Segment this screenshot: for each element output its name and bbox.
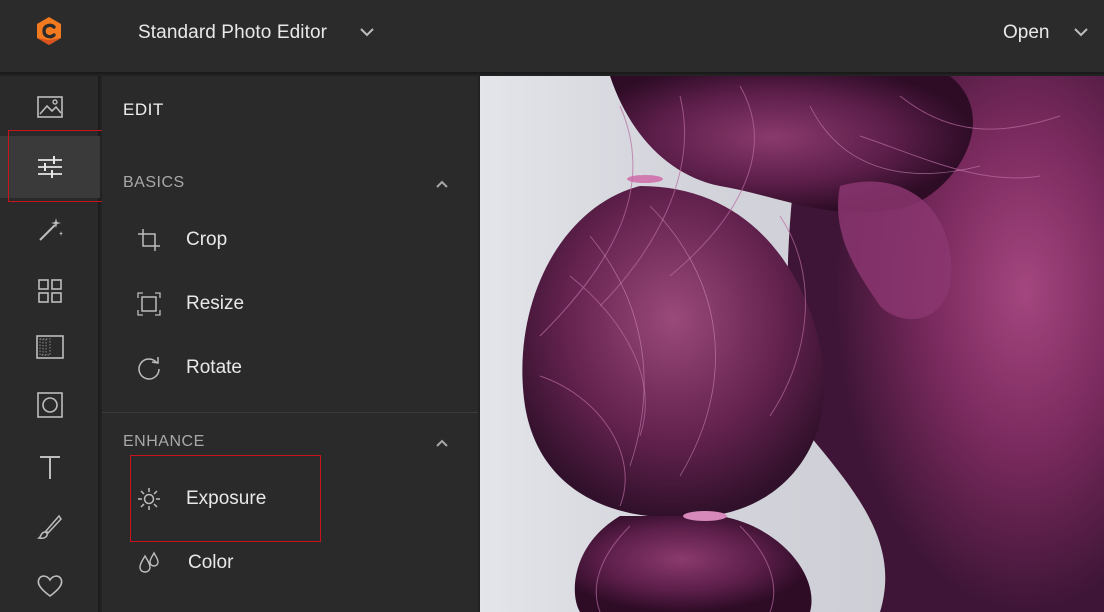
magic-wand-icon <box>39 218 63 241</box>
rotate-icon <box>136 355 162 381</box>
tool-draw[interactable] <box>0 496 100 558</box>
resize-label: Resize <box>186 293 245 314</box>
resize-tool[interactable]: Resize <box>102 277 478 333</box>
tool-text[interactable] <box>0 436 100 498</box>
section-header-enhance[interactable]: ENHANCE <box>123 433 205 451</box>
editor-mode-title[interactable]: Standard Photo Editor <box>138 22 327 44</box>
tool-frames[interactable] <box>0 260 100 322</box>
tool-textures[interactable] <box>0 316 100 378</box>
crop-icon <box>136 227 162 253</box>
overlay-icon <box>37 392 63 418</box>
exposure-tool[interactable]: Exposure <box>102 472 478 528</box>
photo-image <box>480 76 1104 612</box>
chevron-down-icon[interactable] <box>1072 25 1090 39</box>
texture-icon <box>36 335 64 359</box>
sun-icon <box>136 486 162 512</box>
photo-canvas[interactable] <box>480 76 1104 612</box>
brush-icon <box>36 514 62 539</box>
crop-tool[interactable]: Crop <box>102 213 478 269</box>
image-icon <box>37 96 63 118</box>
rotate-label: Rotate <box>186 357 242 378</box>
exposure-label: Exposure <box>186 488 267 509</box>
tool-overlay[interactable] <box>0 374 100 436</box>
text-icon <box>40 456 60 479</box>
top-bar: Standard Photo Editor Open <box>0 0 1104 74</box>
tool-adjust[interactable] <box>0 136 100 198</box>
heart-icon <box>37 575 63 597</box>
droplets-icon <box>136 550 162 576</box>
edit-panel: EDIT BASICS Crop Resize Rotate ENHANCE E… <box>102 76 478 612</box>
open-button[interactable]: Open <box>1003 22 1049 44</box>
tool-effects[interactable] <box>0 198 100 260</box>
crop-label: Crop <box>186 229 228 250</box>
resize-icon <box>136 291 162 317</box>
tool-image[interactable] <box>0 76 100 138</box>
grid-icon <box>38 279 62 303</box>
section-header-basics[interactable]: BASICS <box>123 174 185 192</box>
chevron-up-icon[interactable] <box>434 177 450 189</box>
chevron-down-icon[interactable] <box>358 25 376 39</box>
color-tool[interactable]: Color <box>102 536 478 592</box>
sliders-icon <box>38 156 62 178</box>
chevron-up-icon[interactable] <box>434 436 450 448</box>
color-label: Color <box>188 552 234 573</box>
tool-favorites[interactable] <box>0 554 100 612</box>
app-logo[interactable] <box>34 16 64 46</box>
section-divider <box>102 412 478 413</box>
panel-title: EDIT <box>123 100 164 119</box>
tool-sidebar <box>0 76 100 612</box>
rotate-tool[interactable]: Rotate <box>102 341 478 397</box>
